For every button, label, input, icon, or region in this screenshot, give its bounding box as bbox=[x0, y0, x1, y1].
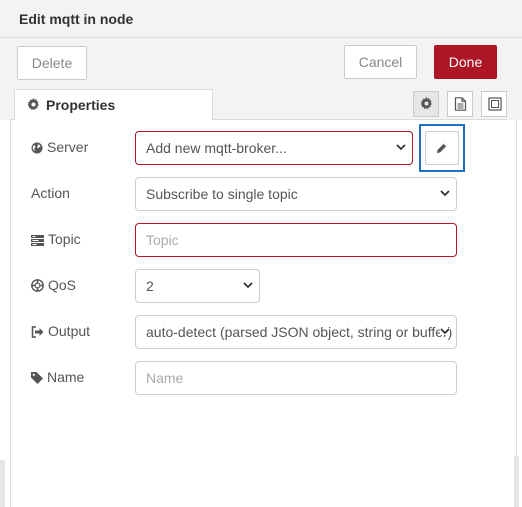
done-button[interactable]: Done bbox=[434, 45, 497, 79]
name-label: Name bbox=[47, 369, 85, 385]
server-select[interactable]: Add new mqtt-broker... bbox=[135, 131, 413, 165]
action-label: Action bbox=[31, 185, 70, 201]
qos-row: QoS 2 bbox=[0, 269, 522, 303]
qos-label-group: QoS bbox=[31, 277, 76, 295]
appearance-icon bbox=[488, 97, 502, 111]
output-select[interactable]: auto-detect (parsed JSON object, string … bbox=[135, 315, 457, 349]
tag-icon bbox=[31, 371, 43, 387]
topic-row: Topic Topic bbox=[0, 223, 522, 257]
gear-icon bbox=[27, 98, 40, 111]
cancel-button[interactable]: Cancel bbox=[344, 45, 417, 79]
tab-appearance-button[interactable] bbox=[481, 91, 507, 117]
gear-icon bbox=[420, 97, 433, 110]
dialog-button-bar: Delete Cancel Done bbox=[0, 38, 522, 88]
tabs-bar: Properties bbox=[0, 88, 522, 120]
life-ring-icon bbox=[31, 279, 44, 295]
name-input[interactable]: Name bbox=[135, 361, 457, 395]
action-select-value: Subscribe to single topic bbox=[146, 186, 298, 202]
tab-properties-label: Properties bbox=[46, 97, 116, 113]
dialog-titlebar: Edit mqtt in node bbox=[0, 0, 522, 38]
left-scrollbar[interactable] bbox=[0, 460, 5, 507]
pencil-icon bbox=[437, 143, 447, 153]
output-label-group: Output bbox=[31, 323, 90, 341]
edit-server-button[interactable] bbox=[425, 131, 459, 165]
topic-placeholder: Topic bbox=[146, 232, 179, 248]
action-row: Action Subscribe to single topic bbox=[0, 177, 522, 211]
chevron-down-icon bbox=[440, 328, 450, 335]
tasks-icon bbox=[31, 233, 44, 249]
name-placeholder: Name bbox=[146, 370, 184, 386]
name-row: Name Name bbox=[0, 361, 522, 395]
server-select-value: Add new mqtt-broker... bbox=[146, 140, 287, 156]
delete-button[interactable]: Delete bbox=[17, 46, 87, 80]
server-label-group: Server bbox=[31, 139, 88, 157]
output-label: Output bbox=[48, 323, 91, 339]
tab-properties[interactable]: Properties bbox=[14, 89, 213, 120]
action-select[interactable]: Subscribe to single topic bbox=[135, 177, 457, 211]
chevron-down-icon bbox=[396, 144, 406, 151]
qos-label: QoS bbox=[48, 277, 77, 293]
server-label: Server bbox=[47, 139, 89, 155]
qos-select[interactable]: 2 bbox=[135, 269, 260, 303]
sign-out-icon bbox=[31, 325, 44, 341]
tab-settings-button[interactable] bbox=[413, 91, 439, 117]
edit-server-highlight bbox=[419, 124, 465, 172]
right-scrollbar[interactable] bbox=[514, 456, 519, 507]
chevron-down-icon bbox=[440, 190, 450, 197]
globe-icon bbox=[31, 141, 43, 157]
name-label-group: Name bbox=[31, 369, 84, 387]
topic-label: Topic bbox=[48, 231, 81, 247]
document-icon bbox=[454, 97, 467, 111]
output-select-value: auto-detect (parsed JSON object, string … bbox=[146, 324, 453, 340]
dialog-title: Edit mqtt in node bbox=[19, 11, 134, 27]
chevron-down-icon bbox=[243, 282, 253, 289]
topic-label-group: Topic bbox=[31, 231, 81, 249]
tab-description-button[interactable] bbox=[447, 91, 473, 117]
output-row: Output auto-detect (parsed JSON object, … bbox=[0, 315, 522, 349]
qos-select-value: 2 bbox=[146, 278, 154, 294]
topic-input[interactable]: Topic bbox=[135, 223, 457, 257]
